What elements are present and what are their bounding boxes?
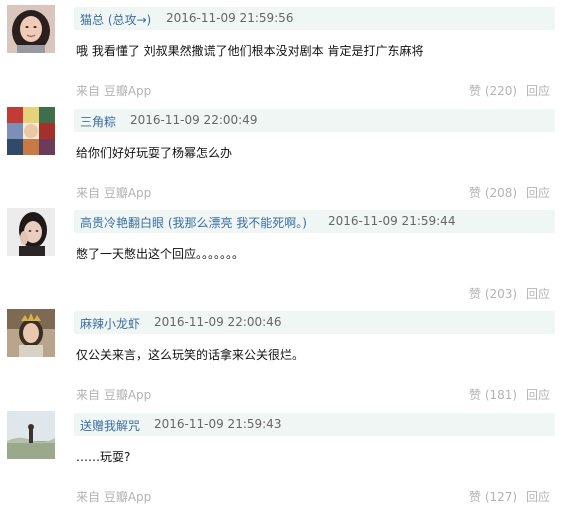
comment-text: 给你们好好玩耍了杨幂怎么办 (76, 146, 233, 160)
comment-text: ……玩耍? (76, 450, 131, 464)
source-label: 来自 豆瓣App (76, 490, 152, 504)
avatar[interactable] (7, 208, 55, 256)
comment-header: 送赠我解咒 2016-11-09 21:59:43 (74, 413, 555, 436)
avatar[interactable] (7, 107, 55, 155)
username-link[interactable]: 三角粽 (80, 113, 116, 130)
reply-button[interactable]: 回应 (526, 488, 550, 505)
avatar-woman-dark-hair-icon (7, 5, 55, 53)
avatar[interactable] (7, 309, 55, 357)
username-link[interactable]: 麻辣小龙虾 (80, 315, 140, 332)
username-link[interactable]: 猫总 (总攻→) (80, 11, 151, 28)
avatar-crowned-woman-icon (7, 309, 55, 357)
comment-header: 麻辣小龙虾 2016-11-09 22:00:46 (74, 311, 555, 334)
avatar[interactable] (7, 5, 55, 53)
comment-text: 仅公关来言，这么玩笑的话拿来公关很烂。 (76, 348, 305, 362)
username-link[interactable]: 高贵冷艳翻白眼 (我那么漂亮 我不能死啊。) (80, 214, 307, 231)
avatar[interactable] (7, 411, 55, 459)
avatar-landscape-figure-icon (7, 411, 55, 459)
timestamp: 2016-11-09 22:00:49 (130, 113, 258, 127)
like-button[interactable]: 赞 (127) (469, 488, 517, 505)
comment-item: 三角粽 2016-11-09 22:00:49 给你们好好玩耍了杨幂怎么办 来自… (0, 104, 565, 205)
comment-text: 憋了一天憋出这个回应。。。。。。。 (76, 247, 245, 261)
like-button[interactable]: 赞 (181) (469, 386, 517, 403)
comment-text: 哦 我看懂了 刘叔果然撒谎了他们根本没对剧本 肯定是打广东麻将 (76, 44, 424, 58)
source-label: 来自 豆瓣App (76, 84, 152, 98)
comment-header: 高贵冷艳翻白眼 (我那么漂亮 我不能死啊。) 2016-11-09 21:59:… (74, 210, 555, 233)
like-button[interactable]: 赞 (203) (469, 285, 517, 302)
comment-item: 麻辣小龙虾 2016-11-09 22:00:46 仅公关来言，这么玩笑的话拿来… (0, 306, 565, 407)
source-label: 来自 豆瓣App (76, 388, 152, 402)
comment-item: 高贵冷艳翻白眼 (我那么漂亮 我不能死啊。) 2016-11-09 21:59:… (0, 205, 565, 306)
source-label: 来自 豆瓣App (76, 186, 152, 200)
like-button[interactable]: 赞 (208) (469, 184, 517, 201)
reply-button[interactable]: 回应 (526, 285, 550, 302)
avatar-colorful-collage-icon (7, 107, 55, 155)
comment-item: 送赠我解咒 2016-11-09 21:59:43 ……玩耍? 来自 豆瓣App… (0, 408, 565, 509)
timestamp: 2016-11-09 21:59:44 (328, 214, 456, 228)
like-button[interactable]: 赞 (220) (469, 82, 517, 99)
timestamp: 2016-11-09 22:00:46 (154, 315, 282, 329)
reply-button[interactable]: 回应 (526, 184, 550, 201)
reply-button[interactable]: 回应 (526, 386, 550, 403)
comment-item: 猫总 (总攻→) 2016-11-09 21:59:56 哦 我看懂了 刘叔果然… (0, 2, 565, 103)
timestamp: 2016-11-09 21:59:56 (166, 11, 294, 25)
avatar-girl-hand-on-face-icon (7, 208, 55, 256)
timestamp: 2016-11-09 21:59:43 (154, 417, 282, 431)
username-link[interactable]: 送赠我解咒 (80, 417, 140, 434)
comment-header: 三角粽 2016-11-09 22:00:49 (74, 109, 555, 132)
comment-header: 猫总 (总攻→) 2016-11-09 21:59:56 (74, 7, 555, 30)
reply-button[interactable]: 回应 (526, 82, 550, 99)
